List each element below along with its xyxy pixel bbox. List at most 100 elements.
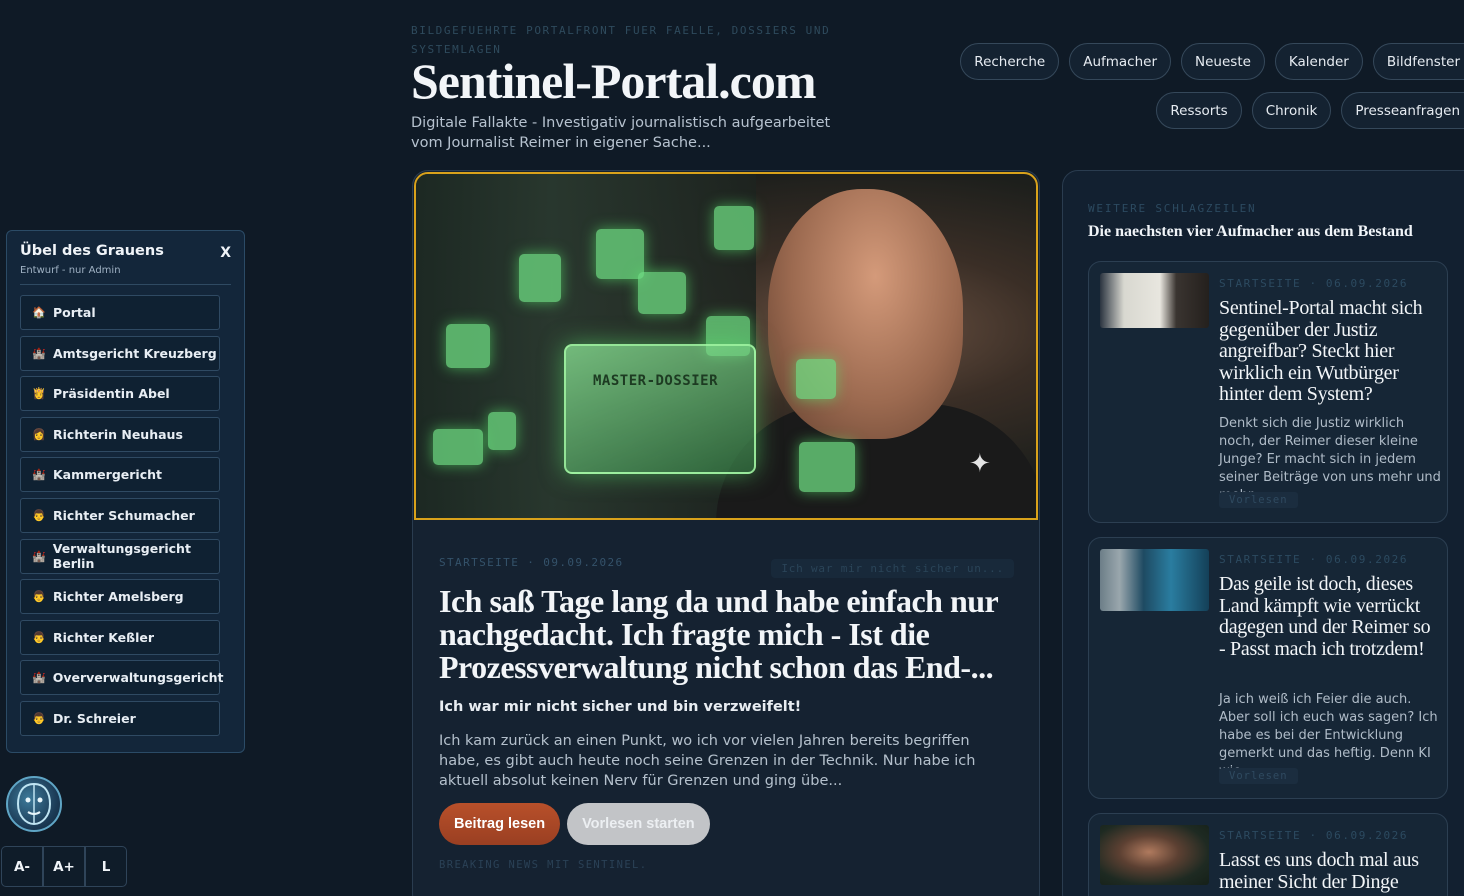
person-icon: 👨 [32, 711, 46, 725]
headline-title[interactable]: Lasst es uns doch mal aus meiner Sicht d… [1219, 849, 1441, 893]
side-panel-title: Übel des Grauens [20, 243, 164, 259]
headline-title[interactable]: Sentinel-Portal macht sich gegenüber der… [1219, 297, 1441, 406]
castle-icon: 🏰 [32, 346, 46, 360]
hero-image[interactable]: MASTER-DOSSIER ✦ [414, 172, 1038, 520]
folder-icon [564, 344, 756, 474]
side-panel-subtitle: Entwurf - nur Admin [20, 265, 121, 276]
puzzle-piece-icon [488, 412, 516, 450]
sparkle-icon: ✦ [969, 449, 991, 479]
house-icon: 🏠 [32, 306, 46, 319]
article-actions: Beitrag lesen Vorlesen starten [439, 803, 710, 845]
side-panel-divider [20, 284, 231, 285]
side-item-portal[interactable]: 🏠 Portal [20, 295, 220, 330]
side-item-label: Richterin Neuhaus [53, 426, 183, 442]
headline-card[interactable]: STARTSEITE · 06.09.2026 Lasst es uns doc… [1088, 813, 1448, 896]
hero-person-head [768, 189, 963, 439]
read-article-button[interactable]: Beitrag lesen [439, 803, 561, 845]
side-item-praesidentin-abel[interactable]: 👸 Präsidentin Abel [20, 376, 220, 412]
headline-thumbnail [1100, 273, 1209, 328]
font-size-controls: A- A+ L [1, 846, 127, 887]
side-item-label: Oververwaltungsgericht [52, 670, 224, 686]
portal-logo-avatar[interactable] [6, 776, 62, 832]
side-item-label: Richter Keßler [53, 629, 155, 645]
side-item-label: Präsidentin Abel [53, 386, 170, 402]
puzzle-piece-icon [433, 429, 483, 465]
side-panel-list: 🏠 Portal 🏰 Amtsgericht Kreuzberg 👸 Präsiden… [20, 295, 231, 736]
headline-card[interactable]: STARTSEITE · 06.09.2026 Sentinel-Portal … [1088, 261, 1448, 523]
breaking-news-footer: BREAKING NEWS MIT SENTINEL. [439, 859, 648, 871]
side-item-kammergericht[interactable]: 🏰 Kammergericht [20, 457, 220, 493]
side-item-label: Kammergericht [53, 467, 162, 483]
side-item-verwaltungsgericht-berlin[interactable]: 🏰 Verwaltungsgericht Berlin [20, 538, 220, 574]
layout-toggle-button[interactable]: L [85, 846, 127, 887]
side-item-label: Richter Amelsberg [53, 589, 184, 605]
side-item-richter-amelsberg[interactable]: 👨 Richter Amelsberg [20, 579, 220, 615]
side-item-label: Verwaltungsgericht Berlin [52, 541, 191, 572]
headline-meta: STARTSEITE · 06.09.2026 [1219, 277, 1409, 290]
headline-meta: STARTSEITE · 06.09.2026 [1219, 829, 1409, 842]
castle-icon: 🏰 [32, 549, 46, 563]
nav-presseanfragen[interactable]: Presseanfragen [1341, 92, 1464, 129]
read-aloud-button[interactable]: Vorlesen [1219, 492, 1298, 508]
main-navigation: Recherche Aufmacher Neueste Kalender Bil… [960, 43, 1464, 141]
more-headlines-title: Die naechsten vier Aufmacher aus dem Bes… [1088, 223, 1413, 240]
side-item-dr-schreier[interactable]: 👨 Dr. Schreier [20, 700, 220, 736]
puzzle-piece-icon [799, 442, 855, 492]
article-chip: Ich war mir nicht sicher un... [771, 559, 1014, 578]
nav-recherche[interactable]: Recherche [960, 43, 1060, 80]
side-item-oververwaltungsgericht[interactable]: 🏰 Oververwaltungsgericht [20, 660, 224, 696]
admin-side-panel: Übel des Grauens X Entwurf - nur Admin 🏠… [6, 230, 245, 753]
article-meta: STARTSEITE · 09.09.2026 [439, 556, 624, 569]
puzzle-piece-icon [446, 324, 490, 368]
nav-bildfenster[interactable]: Bildfenster [1372, 43, 1464, 80]
side-item-label: Amtsgericht Kreuzberg [53, 345, 217, 361]
article-meta-row: STARTSEITE · 09.09.2026 Ich war mir nich… [439, 547, 1014, 578]
person-icon: 👩 [32, 427, 46, 441]
close-icon[interactable]: X [220, 245, 231, 261]
side-item-label: Portal [53, 305, 96, 320]
side-item-label: Dr. Schreier [53, 710, 136, 726]
side-item-richter-kessler[interactable]: 👨 Richter Keßler [20, 619, 220, 655]
person-icon: 👨 [32, 508, 46, 522]
person-icon: 👸 [32, 387, 46, 401]
site-title[interactable]: Sentinel-Portal.com [411, 52, 817, 110]
more-headlines-kicker: WEITERE SCHLAGZEILEN [1088, 202, 1257, 215]
more-headlines-panel: WEITERE SCHLAGZEILEN Die naechsten vier … [1062, 170, 1464, 896]
nav-kalender[interactable]: Kalender [1274, 43, 1363, 80]
headline-card[interactable]: STARTSEITE · 06.09.2026 Das geile ist do… [1088, 537, 1448, 799]
main-article-card: MASTER-DOSSIER ✦ STARTSEITE · 09.09.2026… [412, 170, 1040, 896]
music-note-icon [796, 359, 836, 399]
nav-aufmacher[interactable]: Aufmacher [1069, 43, 1172, 80]
hero-folder-label: MASTER-DOSSIER [593, 373, 719, 389]
side-item-label: Richter Schumacher [53, 507, 195, 523]
start-reading-aloud-button[interactable]: Vorlesen starten [567, 803, 710, 845]
site-subtitle: Digitale Fallakte - Investigativ journal… [411, 115, 831, 151]
article-lead: Ich war mir nicht sicher und bin verzwei… [439, 699, 802, 715]
puzzle-piece-icon [519, 254, 561, 302]
nav-row-2: Ressorts Chronik Presseanfragen [964, 92, 1464, 129]
article-excerpt: Ich kam zurück an einen Punkt, wo ich vo… [439, 733, 976, 789]
nav-neueste[interactable]: Neueste [1181, 43, 1265, 80]
headline-thumbnail [1100, 825, 1209, 885]
nav-row-1: Recherche Aufmacher Neueste Kalender Bil… [960, 43, 1464, 80]
nav-chronik[interactable]: Chronik [1251, 92, 1332, 129]
nav-ressorts[interactable]: Ressorts [1156, 92, 1242, 129]
headline-thumbnail [1100, 549, 1209, 611]
castle-icon: 🏰 [32, 468, 46, 482]
font-decrease-button[interactable]: A- [1, 846, 43, 887]
read-aloud-button[interactable]: Vorlesen [1219, 768, 1298, 784]
article-headline[interactable]: Ich saß Tage lang da und habe einfach nu… [439, 585, 1009, 684]
face-logo-icon [16, 782, 52, 826]
side-item-richter-schumacher[interactable]: 👨 Richter Schumacher [20, 497, 220, 533]
side-item-richterin-neuhaus[interactable]: 👩 Richterin Neuhaus [20, 416, 220, 452]
headline-meta: STARTSEITE · 06.09.2026 [1219, 553, 1409, 566]
puzzle-piece-icon [596, 229, 644, 279]
puzzle-piece-icon [638, 272, 686, 314]
font-increase-button[interactable]: A+ [43, 846, 85, 887]
puzzle-piece-icon [714, 206, 754, 250]
side-panel-header: Übel des Grauens X [20, 243, 231, 261]
side-item-amtsgericht-kreuzberg[interactable]: 🏰 Amtsgericht Kreuzberg [20, 335, 220, 371]
person-icon: 👨 [32, 630, 46, 644]
castle-icon: 🏰 [32, 671, 46, 685]
headline-title[interactable]: Das geile ist doch, dieses Land kämpft w… [1219, 573, 1441, 660]
